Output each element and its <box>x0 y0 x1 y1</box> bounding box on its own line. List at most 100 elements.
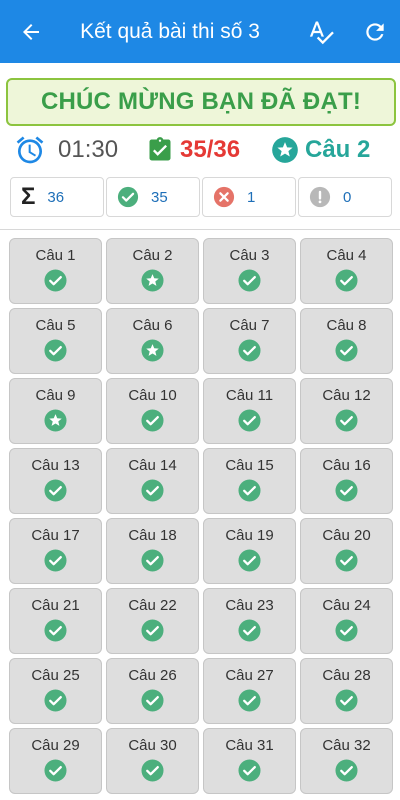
answer-counts: Σ 36 35 1 0 <box>10 177 392 217</box>
question-cell[interactable]: Câu 32 <box>300 728 393 794</box>
sigma-icon: Σ <box>21 183 36 210</box>
question-cell[interactable]: Câu 7 <box>203 308 296 374</box>
question-cell[interactable]: Câu 31 <box>203 728 296 794</box>
total-count-box[interactable]: Σ 36 <box>10 177 104 217</box>
question-cell[interactable]: Câu 21 <box>9 588 102 654</box>
question-label: Câu 28 <box>322 667 371 684</box>
question-cell[interactable]: Câu 15 <box>203 448 296 514</box>
question-cell[interactable]: Câu 6 <box>106 308 199 374</box>
check-circle-icon <box>335 339 358 362</box>
check-circle-icon <box>44 269 67 292</box>
check-circle-icon <box>44 759 67 782</box>
elapsed-time: 01:30 <box>58 136 119 163</box>
question-cell[interactable]: Câu 5 <box>9 308 102 374</box>
check-circle-icon <box>238 689 261 712</box>
check-circle-icon <box>335 409 358 432</box>
question-cell[interactable]: Câu 25 <box>9 658 102 724</box>
app-bar: Kết quả bài thi số 3 <box>0 0 400 63</box>
check-circle-icon <box>44 549 67 572</box>
question-cell[interactable]: Câu 23 <box>203 588 296 654</box>
question-label: Câu 25 <box>31 667 80 684</box>
question-cell[interactable]: Câu 16 <box>300 448 393 514</box>
question-cell[interactable]: Câu 4 <box>300 238 393 304</box>
question-label: Câu 14 <box>128 457 177 474</box>
question-label: Câu 13 <box>31 457 80 474</box>
check-circle-icon <box>44 689 67 712</box>
check-circle-icon <box>117 186 139 208</box>
question-cell[interactable]: Câu 20 <box>300 518 393 584</box>
question-cell[interactable]: Câu 18 <box>106 518 199 584</box>
question-cell[interactable]: Câu 28 <box>300 658 393 724</box>
question-cell[interactable]: Câu 24 <box>300 588 393 654</box>
check-circle-icon <box>335 549 358 572</box>
score-value: 35/36 <box>180 136 241 163</box>
question-label: Câu 27 <box>225 667 274 684</box>
question-label: Câu 21 <box>31 597 80 614</box>
check-circle-icon <box>141 409 164 432</box>
check-circle-icon <box>141 689 164 712</box>
time-stat: 01:30 <box>14 130 118 170</box>
x-circle-icon <box>213 186 235 208</box>
question-cell[interactable]: Câu 13 <box>9 448 102 514</box>
check-circle-icon <box>238 339 261 362</box>
divider <box>0 229 400 230</box>
question-cell[interactable]: Câu 2 <box>106 238 199 304</box>
check-circle-icon <box>238 479 261 502</box>
unanswered-count-box[interactable]: 0 <box>298 177 392 217</box>
question-label: Câu 26 <box>128 667 177 684</box>
check-circle-icon <box>141 549 164 572</box>
question-label: Câu 7 <box>229 317 270 334</box>
exclamation-circle-icon <box>309 186 331 208</box>
question-label: Câu 24 <box>322 597 371 614</box>
question-label: Câu 12 <box>322 387 371 404</box>
question-label: Câu 15 <box>225 457 274 474</box>
wrong-count-box[interactable]: 1 <box>202 177 296 217</box>
question-label: Câu 3 <box>229 247 270 264</box>
clipboard-check-icon <box>149 137 171 161</box>
question-cell[interactable]: Câu 3 <box>203 238 296 304</box>
check-circle-icon <box>44 619 67 642</box>
starred-question-stat[interactable]: Câu 2 <box>271 130 370 170</box>
correct-count-box[interactable]: 35 <box>106 177 200 217</box>
question-label: Câu 9 <box>35 387 76 404</box>
star-circle-icon <box>141 339 164 362</box>
question-label: Câu 32 <box>322 737 371 754</box>
question-label: Câu 8 <box>326 317 367 334</box>
question-cell[interactable]: Câu 11 <box>203 378 296 444</box>
score-stat: 35/36 <box>146 130 240 170</box>
question-cell[interactable]: Câu 12 <box>300 378 393 444</box>
star-circle-icon <box>44 409 67 432</box>
question-cell[interactable]: Câu 10 <box>106 378 199 444</box>
question-cell[interactable]: Câu 17 <box>9 518 102 584</box>
total-count: 36 <box>47 188 65 206</box>
check-circle-icon <box>44 479 67 502</box>
back-arrow-icon[interactable] <box>18 20 44 44</box>
question-cell[interactable]: Câu 8 <box>300 308 393 374</box>
question-cell[interactable]: Câu 1 <box>9 238 102 304</box>
alarm-clock-icon <box>16 136 44 164</box>
question-label: Câu 19 <box>225 527 274 544</box>
wrong-count: 1 <box>247 188 256 206</box>
check-circle-icon <box>335 689 358 712</box>
question-label: Câu 6 <box>132 317 173 334</box>
question-cell[interactable]: Câu 26 <box>106 658 199 724</box>
question-cell[interactable]: Câu 30 <box>106 728 199 794</box>
spellcheck-icon[interactable] <box>306 18 336 46</box>
starred-question-label: Câu 2 <box>305 136 371 163</box>
question-cell[interactable]: Câu 22 <box>106 588 199 654</box>
check-circle-icon <box>141 759 164 782</box>
question-cell[interactable]: Câu 9 <box>9 378 102 444</box>
refresh-icon[interactable] <box>362 19 388 45</box>
question-label: Câu 11 <box>225 387 274 404</box>
question-cell[interactable]: Câu 27 <box>203 658 296 724</box>
question-label: Câu 23 <box>225 597 274 614</box>
question-label: Câu 30 <box>128 737 177 754</box>
pass-banner: CHÚC MỪNG BẠN ĐÃ ĐẠT! <box>6 78 396 126</box>
page-title: Kết quả bài thi số 3 <box>80 19 260 43</box>
check-circle-icon <box>238 759 261 782</box>
question-cell[interactable]: Câu 19 <box>203 518 296 584</box>
question-label: Câu 2 <box>132 247 173 264</box>
check-circle-icon <box>335 479 358 502</box>
question-cell[interactable]: Câu 14 <box>106 448 199 514</box>
question-cell[interactable]: Câu 29 <box>9 728 102 794</box>
